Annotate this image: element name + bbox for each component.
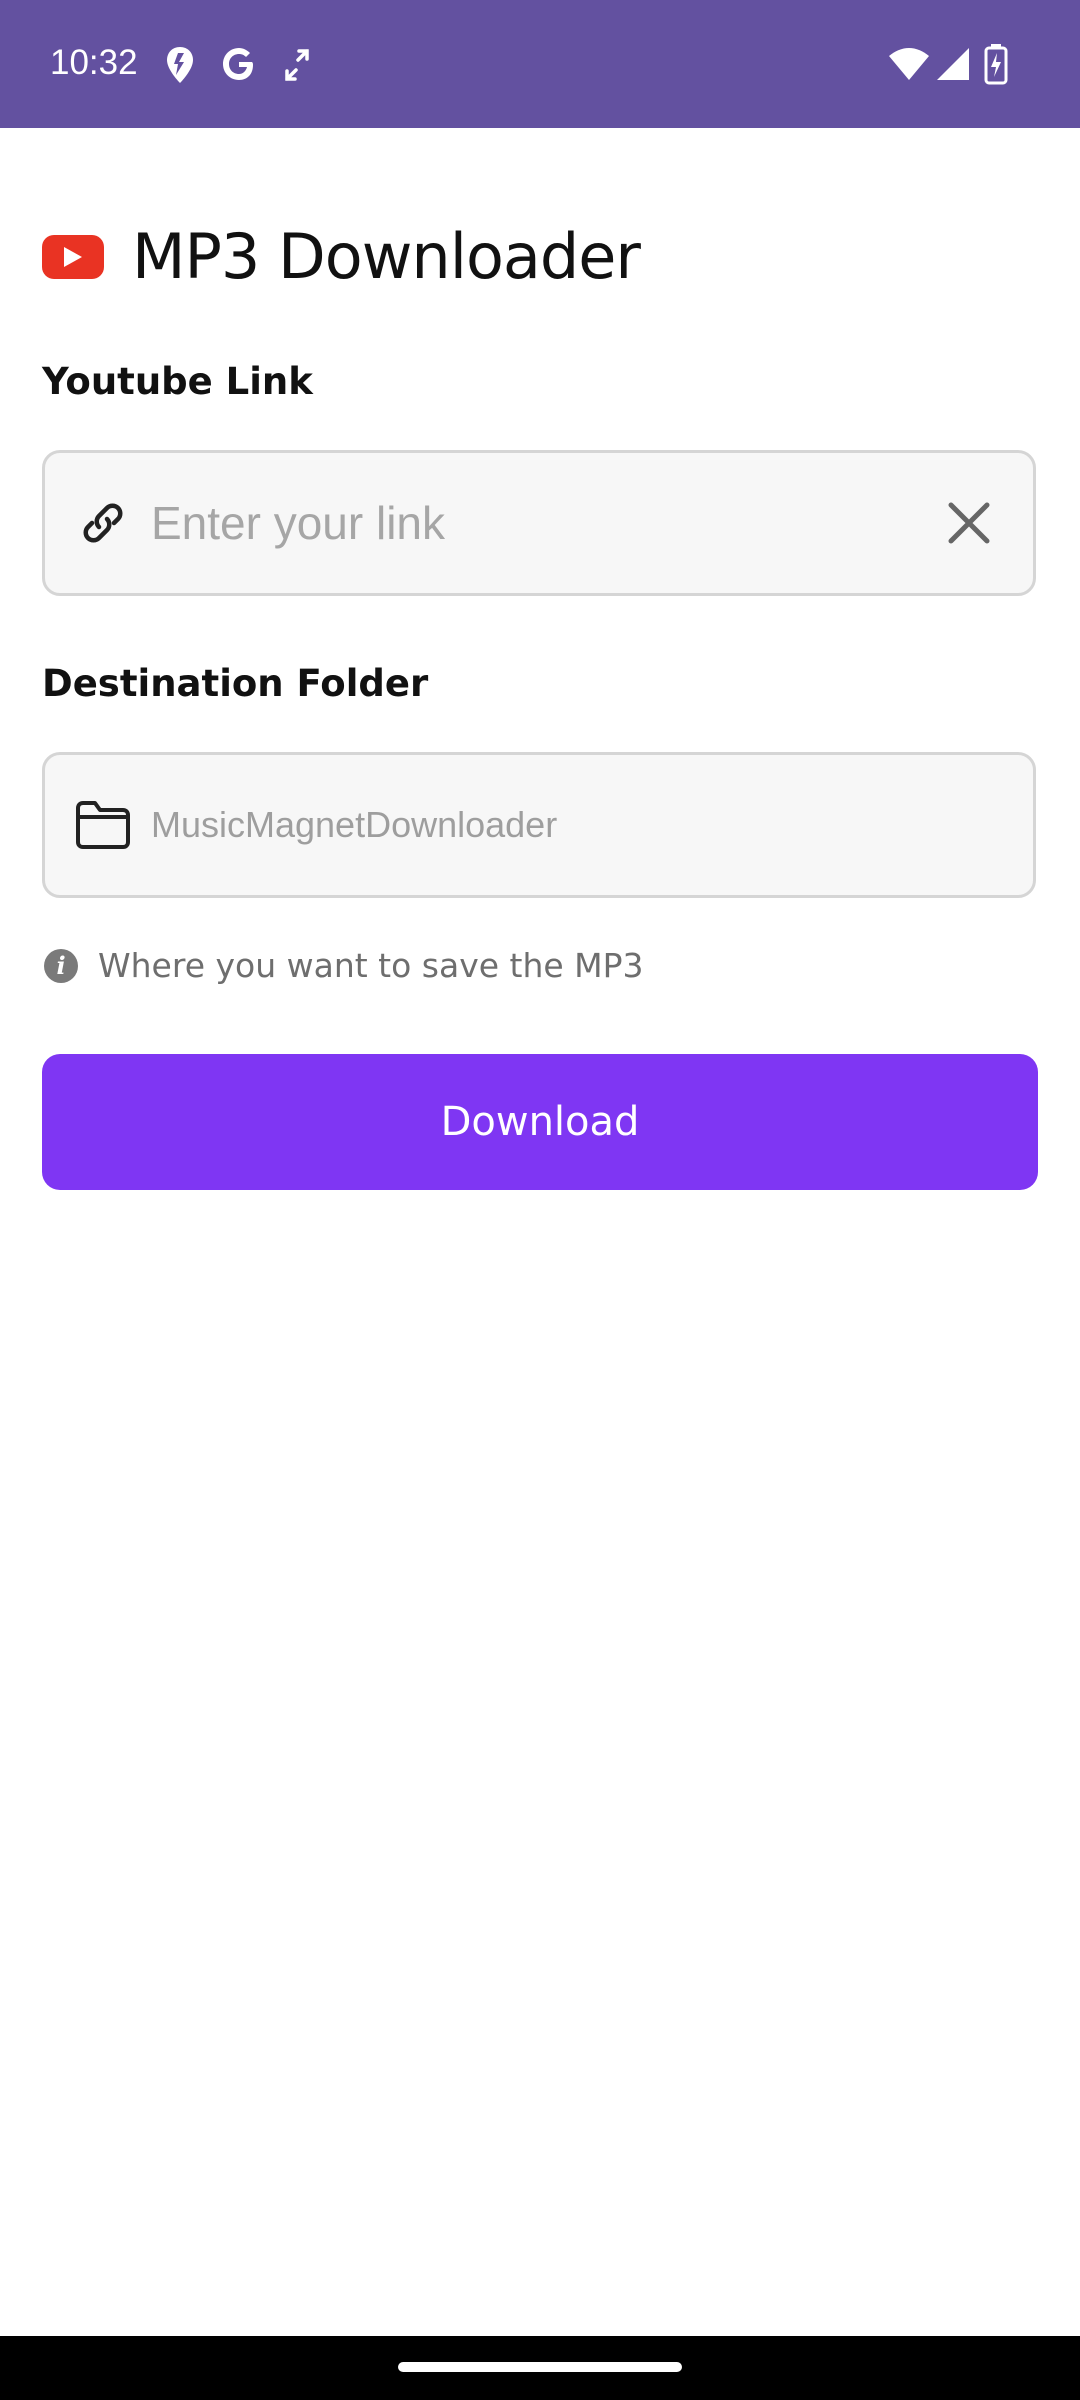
download-button[interactable]: Download [42, 1054, 1038, 1190]
signal-icon [934, 46, 972, 82]
destination-hint: i Where you want to save the MP3 [44, 946, 644, 985]
app-header: MP3 Downloader [42, 220, 641, 293]
destination-folder-field[interactable]: MusicMagnetDownloader [42, 752, 1036, 898]
folder-icon [75, 797, 131, 853]
destination-folder-label: Destination Folder [42, 662, 429, 705]
navigation-bar [0, 2336, 1080, 2400]
youtube-link-field[interactable] [42, 450, 1036, 596]
youtube-logo [42, 234, 104, 279]
destination-folder-value: MusicMagnetDownloader [151, 804, 558, 845]
wifi-icon [888, 46, 930, 82]
battery-charging-icon [982, 42, 1010, 86]
youtube-link-label: Youtube Link [42, 360, 313, 403]
home-gesture-handle[interactable] [398, 2362, 682, 2372]
close-icon[interactable] [939, 493, 999, 553]
app-title: MP3 Downloader [132, 220, 641, 293]
status-bar: 10:32 [0, 0, 1080, 128]
sync-icon [284, 48, 310, 82]
youtube-link-input[interactable] [149, 482, 939, 564]
location-icon [164, 44, 196, 86]
link-icon [75, 495, 131, 551]
status-time: 10:32 [50, 43, 138, 82]
google-icon [220, 44, 258, 84]
info-icon: i [44, 948, 78, 983]
destination-hint-text: Where you want to save the MP3 [98, 946, 644, 985]
